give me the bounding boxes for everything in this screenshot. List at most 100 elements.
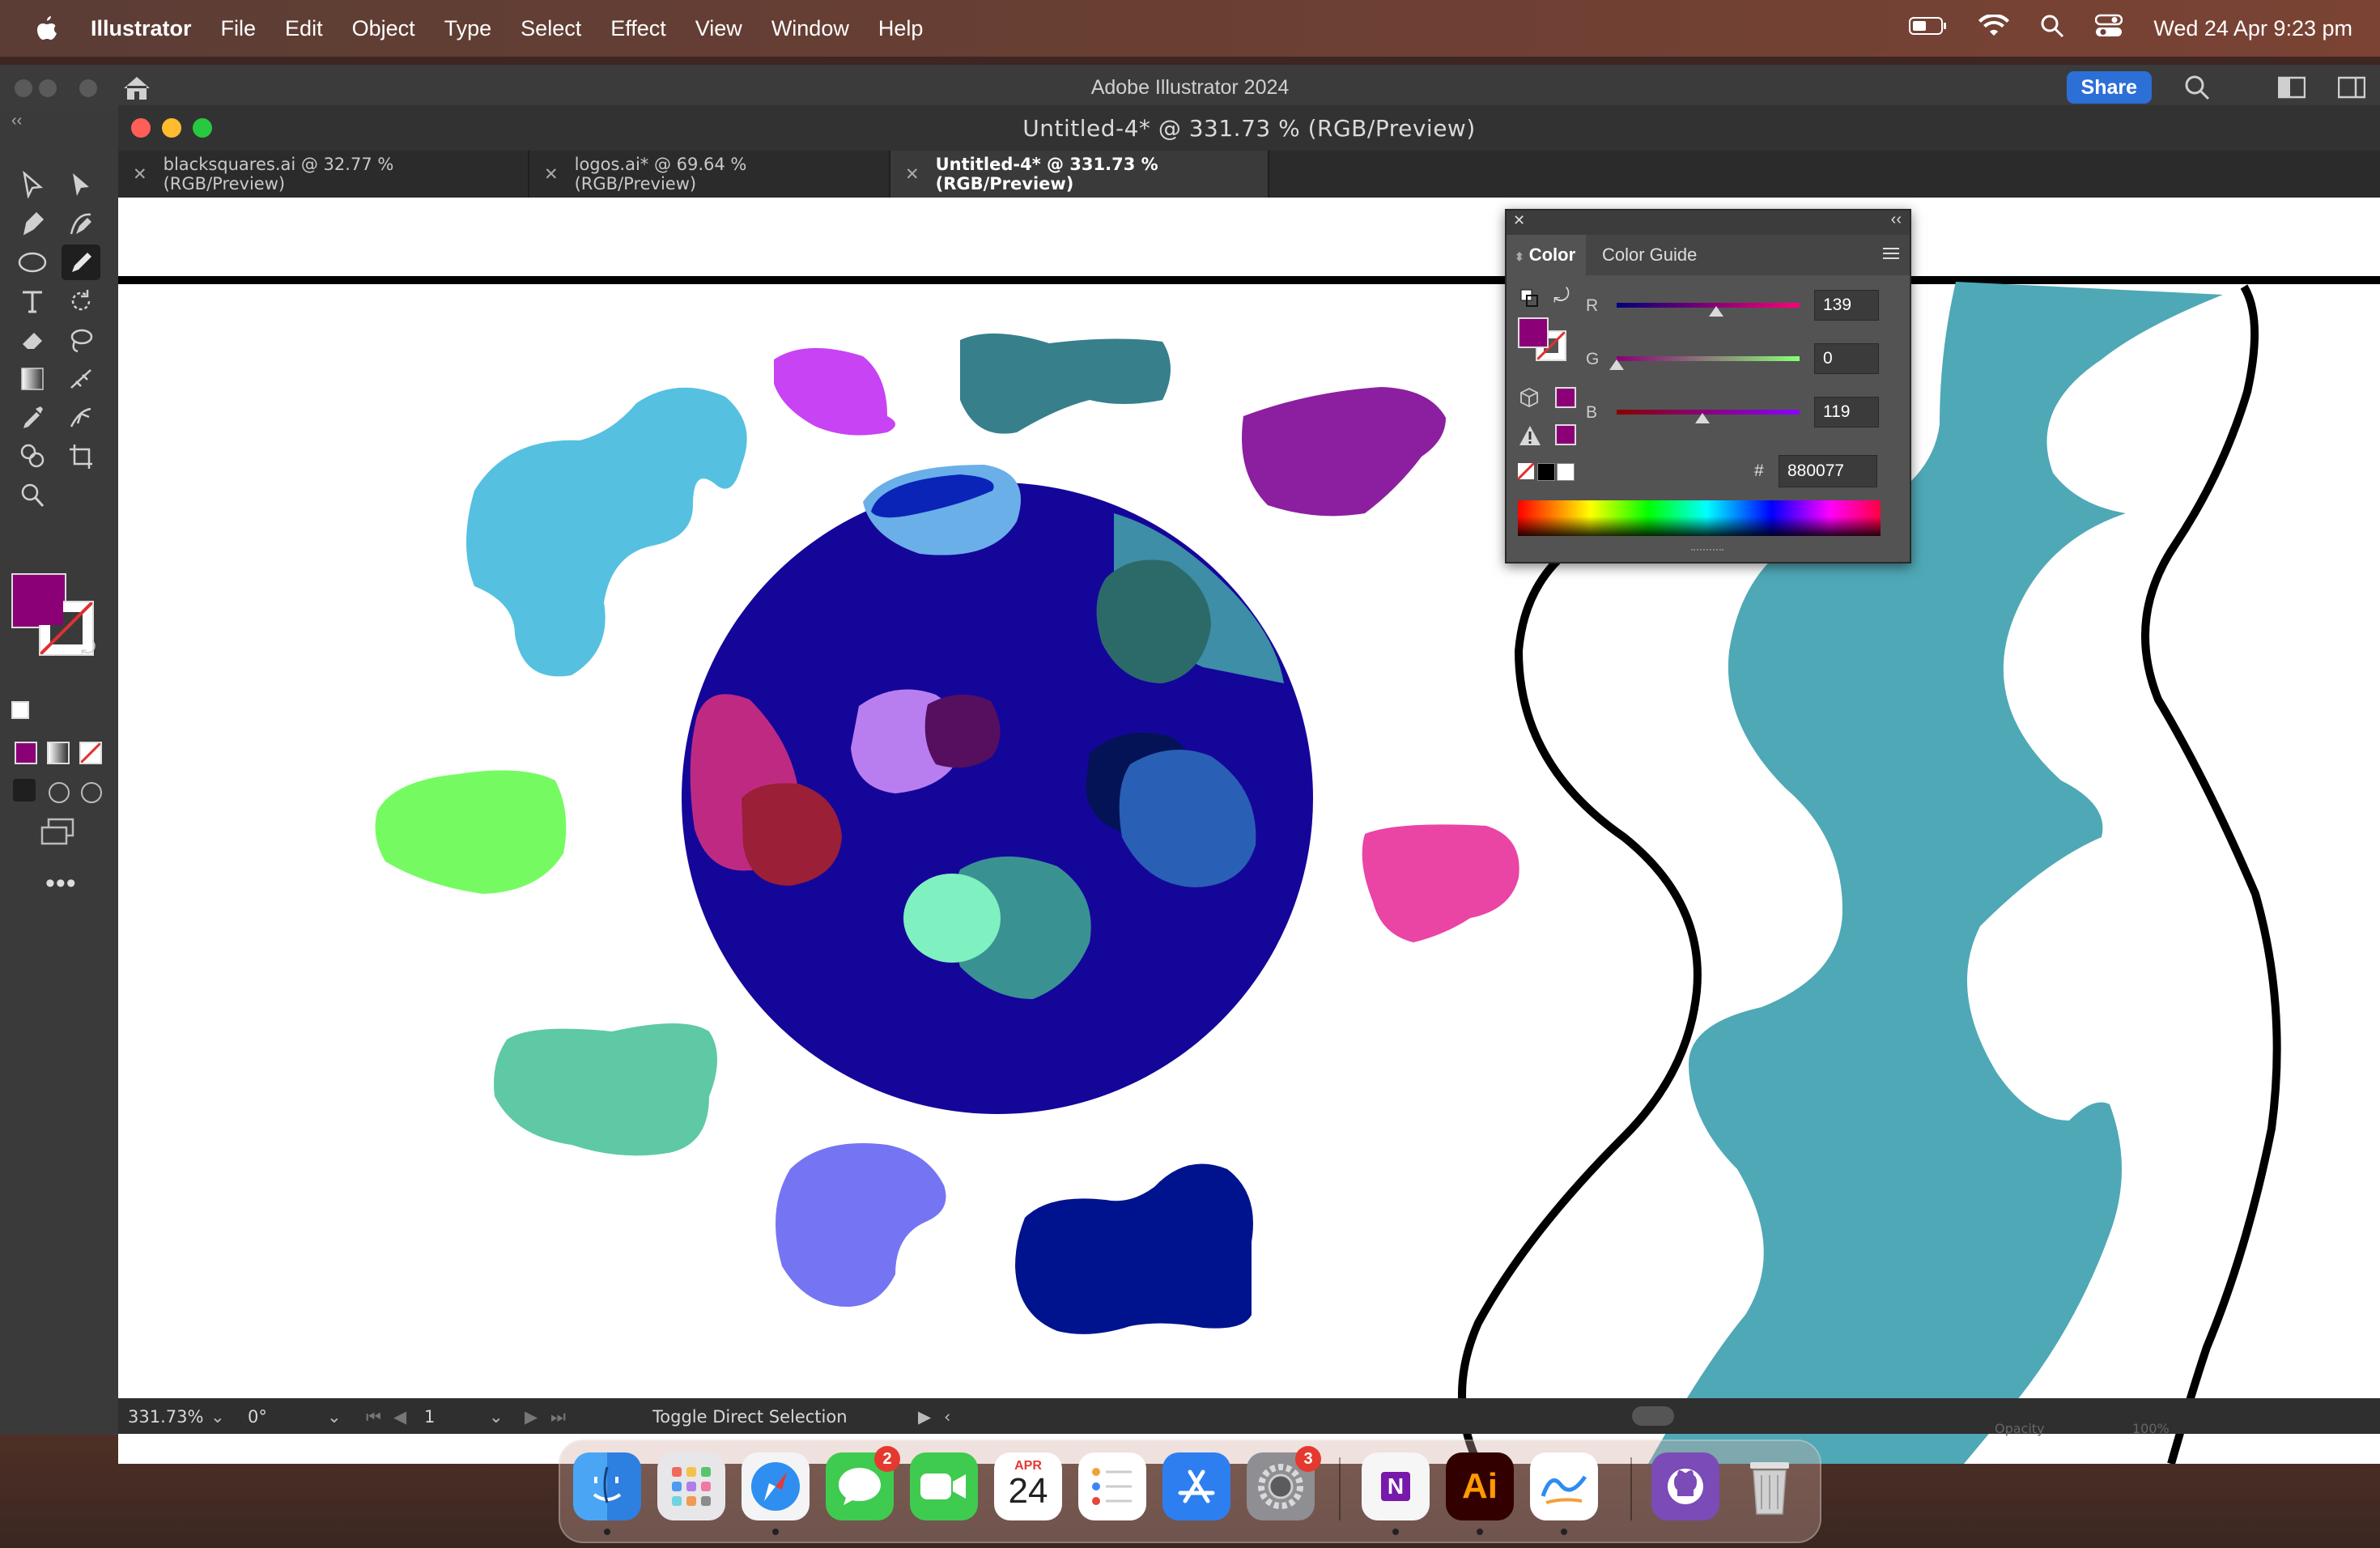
blue-value-field[interactable]: 119 — [1814, 397, 1879, 427]
workspace-switcher-icon[interactable] — [2337, 76, 2366, 104]
default-fill-stroke-icon[interactable] — [11, 701, 29, 719]
launchpad-icon[interactable] — [657, 1452, 725, 1520]
menu-edit[interactable]: Edit — [285, 16, 323, 41]
tab-logos[interactable]: ✕ logos.ai* @ 69.64 % (RGB/Preview) — [529, 151, 890, 198]
close-tab-icon[interactable]: ✕ — [544, 164, 559, 184]
facetime-icon[interactable] — [910, 1452, 978, 1520]
doc-minimize-button[interactable] — [162, 118, 181, 138]
doc-zoom-button[interactable] — [193, 118, 212, 138]
status-play-icon[interactable]: ▶ — [918, 1407, 931, 1427]
panel-swap-icon[interactable]: ⤾ — [1553, 285, 1570, 308]
type-tool-icon[interactable] — [13, 283, 52, 319]
artboard-tool-icon[interactable] — [62, 439, 100, 474]
messages-icon[interactable]: 2 — [826, 1446, 900, 1520]
none-mode-button[interactable] — [79, 742, 102, 764]
system-settings-icon[interactable]: 3 — [1247, 1446, 1321, 1520]
eyedropper-tool-icon[interactable] — [13, 400, 52, 436]
web-safe-cube-icon[interactable] — [1519, 387, 1539, 413]
menu-type[interactable]: Type — [444, 16, 492, 41]
app-zoom-button[interactable] — [79, 79, 97, 97]
wifi-icon[interactable] — [1978, 13, 2010, 43]
panel-fill-swatch[interactable] — [1518, 317, 1549, 348]
black-swatch[interactable] — [1537, 463, 1555, 481]
web-safe-color-swatch[interactable] — [1555, 387, 1576, 408]
tab-untitled-4[interactable]: ✕ Untitled-4* @ 331.73 % (RGB/Preview) — [890, 151, 1269, 198]
curvature-tool-icon[interactable] — [62, 206, 100, 241]
edit-toolbar-more-icon[interactable]: ••• — [45, 868, 77, 899]
finder-icon[interactable] — [573, 1452, 641, 1535]
control-center-icon[interactable] — [2095, 14, 2123, 44]
artboard-number-field[interactable]: 1 — [424, 1407, 435, 1427]
blue-slider-thumb[interactable] — [1694, 413, 1710, 423]
color-spectrum-ramp[interactable] — [1518, 500, 1881, 536]
opacity-value[interactable]: 100% — [2132, 1421, 2170, 1436]
safari-icon[interactable] — [742, 1452, 810, 1535]
zoom-dropdown-chevron-icon[interactable]: ⌄ — [210, 1407, 225, 1427]
red-value-field[interactable]: 139 — [1814, 290, 1879, 321]
white-swatch[interactable] — [1557, 463, 1575, 481]
calendar-icon[interactable]: APR 24 — [994, 1452, 1062, 1520]
artwork[interactable] — [118, 198, 2380, 1464]
ellipse-tool-icon[interactable] — [13, 245, 52, 280]
red-slider-thumb[interactable] — [1709, 306, 1724, 317]
artboard-dropdown-chevron-icon[interactable]: ⌄ — [489, 1407, 504, 1427]
battery-icon[interactable] — [1909, 16, 1948, 41]
close-tab-icon[interactable]: ✕ — [133, 164, 147, 184]
pencil-tool-icon[interactable] — [62, 245, 100, 280]
illustrator-icon[interactable]: Ai — [1446, 1452, 1514, 1535]
draw-behind-icon[interactable] — [49, 782, 70, 803]
color-mode-button[interactable] — [15, 742, 37, 764]
app-store-icon[interactable] — [1162, 1452, 1230, 1520]
tab-color[interactable]: ⬍ Color — [1507, 235, 1586, 275]
menu-help[interactable]: Help — [878, 16, 924, 41]
status-tool-hint[interactable]: Toggle Direct Selection — [652, 1407, 848, 1427]
doc-close-button[interactable] — [131, 118, 151, 138]
width-tool-icon[interactable] — [62, 361, 100, 397]
tab-blacksquares[interactable]: ✕ blacksquares.ai @ 32.77 % (RGB/Preview… — [118, 151, 529, 198]
zoom-level-field[interactable]: 331.73% — [128, 1407, 203, 1427]
hex-value-field[interactable]: 880077 — [1779, 455, 1877, 487]
green-slider-thumb[interactable] — [1609, 359, 1624, 370]
pen-tool-icon[interactable] — [13, 206, 52, 241]
app-close-button[interactable] — [15, 79, 32, 97]
first-artboard-icon[interactable]: ⏮ — [366, 1407, 381, 1427]
arrange-documents-icon[interactable] — [2277, 76, 2306, 104]
draw-inside-icon[interactable] — [81, 782, 102, 803]
green-value-field[interactable]: 0 — [1814, 343, 1879, 374]
github-desktop-icon[interactable] — [1651, 1452, 1719, 1520]
panel-resize-grip[interactable] — [1691, 549, 1723, 555]
green-slider-track[interactable] — [1617, 356, 1800, 361]
collapse-toolbar-icon[interactable]: ‹‹ — [11, 112, 22, 130]
menubar-clock[interactable]: Wed 24 Apr 9:23 pm — [2153, 16, 2352, 41]
swap-fill-stroke-icon[interactable]: ⤾ — [81, 638, 96, 659]
menu-file[interactable]: File — [221, 16, 257, 41]
next-artboard-icon[interactable]: ▶ — [525, 1407, 538, 1427]
lasso-tool-icon[interactable] — [62, 322, 100, 358]
rotation-dropdown-chevron-icon[interactable]: ⌄ — [327, 1407, 342, 1427]
selection-tool-icon[interactable] — [13, 167, 52, 202]
menu-view[interactable]: View — [695, 16, 742, 41]
puppet-warp-tool-icon[interactable] — [62, 400, 100, 436]
reminders-icon[interactable] — [1078, 1452, 1146, 1520]
apple-menu-icon[interactable] — [32, 15, 60, 42]
direct-selection-tool-icon[interactable] — [62, 167, 100, 202]
search-icon[interactable] — [2184, 74, 2210, 106]
out-of-gamut-warning-icon[interactable] — [1518, 424, 1542, 452]
eraser-tool-icon[interactable] — [13, 322, 52, 358]
spotlight-search-icon[interactable] — [2040, 14, 2064, 44]
app-minimize-button[interactable] — [39, 79, 57, 97]
menu-effect[interactable]: Effect — [610, 16, 666, 41]
close-panel-icon[interactable]: ✕ — [1513, 212, 1525, 229]
artboard-canvas[interactable] — [118, 198, 2380, 1464]
menu-select[interactable]: Select — [521, 16, 581, 41]
zoom-tool-icon[interactable] — [13, 478, 52, 513]
collapse-panel-icon[interactable]: ‹‹ — [1891, 211, 1902, 229]
none-swatch[interactable] — [1518, 463, 1534, 479]
scroll-left-icon[interactable]: ‹ — [944, 1407, 950, 1427]
gradient-tool-icon[interactable] — [13, 361, 52, 397]
rotation-field[interactable]: 0° — [248, 1407, 267, 1427]
in-gamut-color-swatch[interactable] — [1555, 424, 1576, 445]
freeform-icon[interactable] — [1530, 1452, 1598, 1535]
draw-normal-icon[interactable] — [13, 779, 36, 802]
menu-object[interactable]: Object — [352, 16, 415, 41]
